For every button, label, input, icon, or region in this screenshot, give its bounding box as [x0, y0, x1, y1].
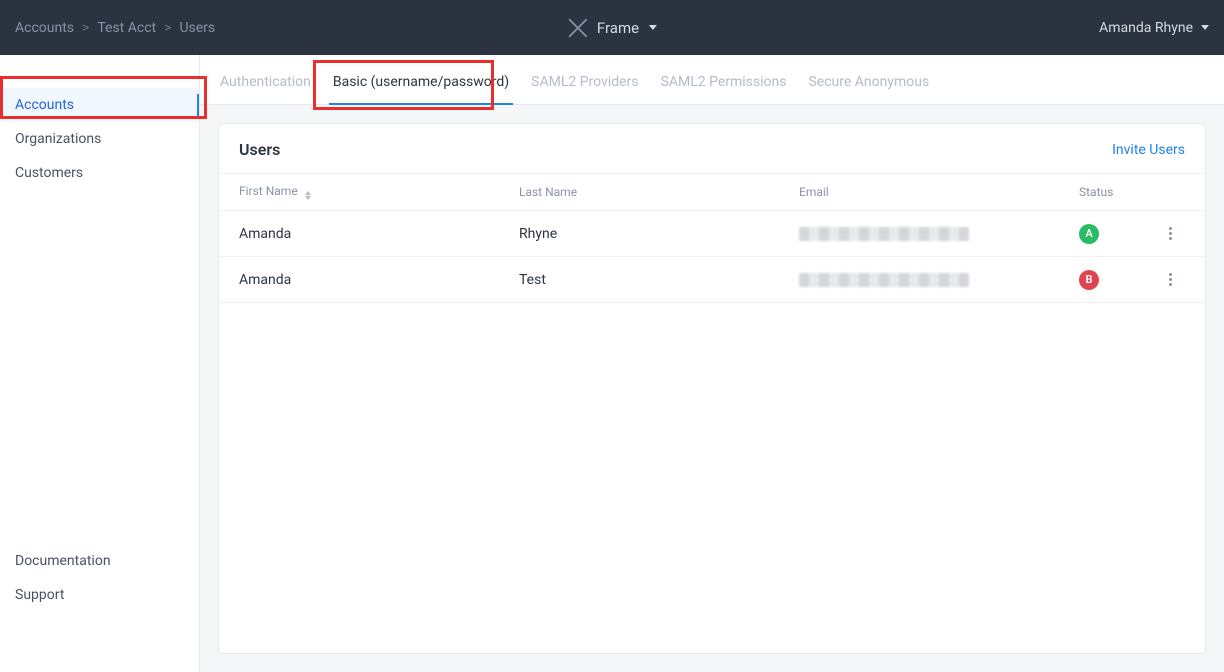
cell-status: B — [1079, 270, 1149, 290]
app-name: Frame — [597, 19, 639, 37]
status-badge: B — [1079, 270, 1099, 290]
frame-logo-icon — [567, 17, 589, 39]
sidebar-item-label: Organizations — [15, 131, 101, 147]
tab-secure-anonymous[interactable]: Secure Anonymous — [806, 59, 931, 104]
sidebar-item-organizations[interactable]: Organizations — [0, 122, 199, 156]
cell-last-name: Rhyne — [519, 226, 799, 242]
tabs: Authentication Basic (username/password)… — [200, 55, 1224, 105]
chevron-down-icon — [649, 25, 657, 30]
tab-saml2-providers[interactable]: SAML2 Providers — [529, 59, 640, 104]
tab-basic[interactable]: Basic (username/password) — [331, 59, 511, 104]
breadcrumb-users: Users — [179, 20, 215, 36]
sidebar-item-label: Accounts — [15, 97, 74, 113]
column-header-first-name[interactable]: First Name — [239, 184, 519, 200]
breadcrumb-separator: > — [164, 20, 171, 36]
row-actions-menu[interactable] — [1165, 223, 1176, 244]
sidebar-item-accounts[interactable]: Accounts — [0, 88, 199, 122]
chevron-down-icon — [1201, 25, 1209, 30]
row-actions-menu[interactable] — [1165, 269, 1176, 290]
table-row: Amanda Test B — [219, 257, 1205, 303]
table-header: First Name Last Name Email Status — [219, 173, 1205, 211]
invite-users-link[interactable]: Invite Users — [1112, 142, 1185, 158]
sidebar-item-support[interactable]: Support — [0, 578, 199, 612]
sidebar-item-documentation[interactable]: Documentation — [0, 544, 199, 578]
tab-authentication[interactable]: Authentication — [218, 59, 313, 104]
panel-header: Users Invite Users — [219, 124, 1205, 173]
topbar: Accounts > Test Acct > Users Frame Amand… — [0, 0, 1224, 55]
column-header-status[interactable]: Status — [1079, 185, 1149, 199]
sidebar-item-label: Support — [15, 587, 64, 603]
column-label: First Name — [239, 184, 298, 198]
users-panel: Users Invite Users First Name Last Name … — [218, 123, 1206, 654]
sidebar-item-label: Customers — [15, 165, 83, 181]
app-selector[interactable]: Frame — [567, 17, 657, 39]
status-badge: A — [1079, 224, 1099, 244]
panel-title: Users — [239, 140, 280, 159]
user-menu[interactable]: Amanda Rhyne — [1099, 20, 1209, 36]
cell-email — [799, 273, 1079, 287]
tab-saml2-permissions[interactable]: SAML2 Permissions — [659, 59, 789, 104]
cell-first-name: Amanda — [239, 272, 519, 288]
column-header-last-name[interactable]: Last Name — [519, 185, 799, 199]
sort-icon — [305, 191, 311, 200]
column-header-email[interactable]: Email — [799, 185, 1079, 199]
table-row: Amanda Rhyne A — [219, 211, 1205, 257]
breadcrumb-separator: > — [82, 20, 89, 36]
current-user-name: Amanda Rhyne — [1099, 20, 1193, 36]
content-area: Authentication Basic (username/password)… — [200, 55, 1224, 672]
cell-last-name: Test — [519, 272, 799, 288]
email-redacted — [799, 273, 969, 287]
cell-status: A — [1079, 224, 1149, 244]
breadcrumb-test-acct[interactable]: Test Acct — [97, 20, 156, 36]
sidebar-item-customers[interactable]: Customers — [0, 156, 199, 190]
breadcrumb: Accounts > Test Acct > Users — [15, 20, 215, 36]
breadcrumb-accounts[interactable]: Accounts — [15, 20, 74, 36]
sidebar-item-label: Documentation — [15, 553, 111, 569]
cell-first-name: Amanda — [239, 226, 519, 242]
email-redacted — [799, 227, 969, 241]
cell-email — [799, 227, 1079, 241]
sidebar: Accounts Organizations Customers Documen… — [0, 55, 200, 672]
